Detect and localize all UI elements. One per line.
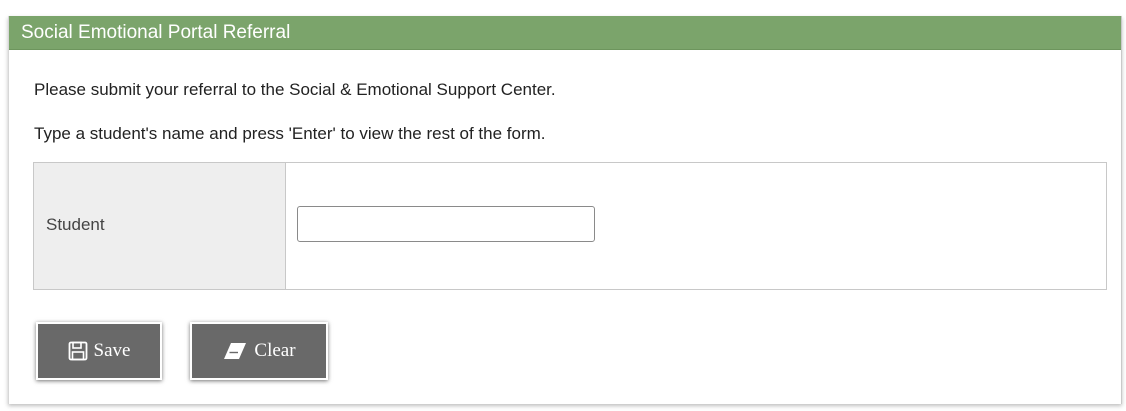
- student-form-table: Student: [33, 162, 1107, 290]
- clear-button-label: Clear: [254, 340, 296, 361]
- floppy-disk-icon: [68, 341, 88, 361]
- clear-button[interactable]: Clear: [190, 322, 328, 380]
- eraser-icon: [222, 342, 248, 360]
- intro-text-submit: Please submit your referral to the Socia…: [34, 80, 556, 99]
- student-label: Student: [34, 163, 286, 289]
- panel-title: Social Emotional Portal Referral: [9, 16, 1121, 50]
- referral-panel: Social Emotional Portal Referral Please …: [8, 16, 1122, 404]
- save-button[interactable]: Save: [36, 322, 162, 380]
- intro-text-instructions: Type a student's name and press 'Enter' …: [34, 124, 546, 143]
- student-input[interactable]: [297, 206, 595, 242]
- student-field-cell: [286, 163, 1106, 289]
- save-button-label: Save: [93, 340, 131, 361]
